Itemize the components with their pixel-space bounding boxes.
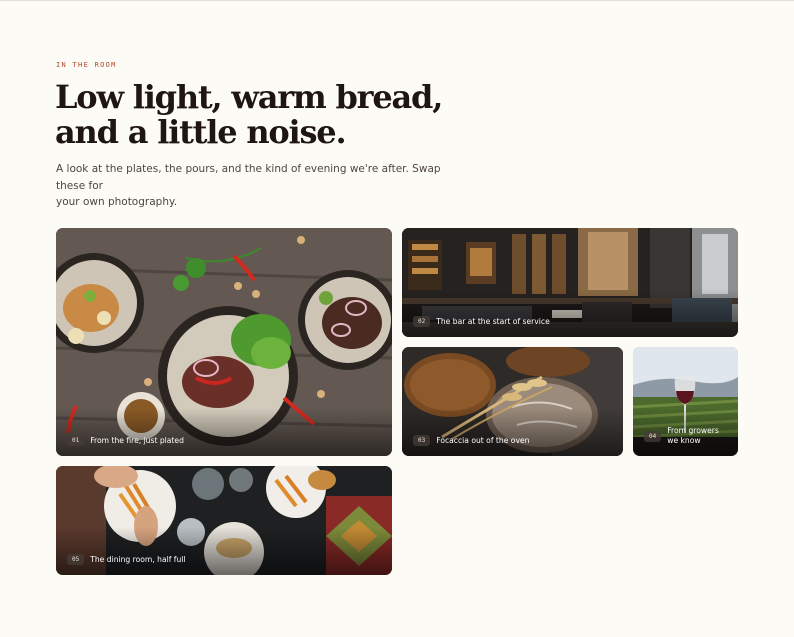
tile-number: 04 (644, 430, 662, 442)
caption-shade (402, 408, 623, 456)
gallery-tile-plated-dishes[interactable]: 01 From the fire, just plated (56, 228, 392, 456)
gallery-tile-vineyard[interactable]: 04 From growers we know (633, 347, 738, 456)
section-title: Low light, warm bread, and a little nois… (55, 80, 475, 150)
tile-caption: 05 The dining room, half full (67, 554, 384, 565)
tile-caption-text: From the fire, just plated (90, 435, 184, 445)
title-line: Low light, warm bread, (55, 78, 443, 116)
tile-caption-text: The bar at the start of service (436, 316, 550, 326)
tile-caption-text: The dining room, half full (90, 554, 186, 564)
gallery-tile-bar[interactable]: 02 The bar at the start of service (402, 228, 738, 337)
gallery-tile-bread[interactable]: 03 Focaccia out of the oven (402, 347, 623, 456)
tile-caption-text: From growers we know (667, 426, 719, 445)
top-divider (0, 0, 794, 1)
tile-caption: 03 Focaccia out of the oven (413, 435, 615, 446)
gallery-tile-dining-room[interactable]: 05 The dining room, half full (56, 466, 392, 575)
title-line: and a little noise. (55, 113, 347, 151)
tile-number: 02 (413, 316, 431, 327)
gallery-section: IN THE ROOM Low light, warm bread, and a… (0, 0, 794, 637)
lede-line: your own photography. (56, 196, 178, 208)
caption-shade (402, 289, 738, 337)
caption-shade (56, 408, 392, 456)
tile-caption-text: Focaccia out of the oven (436, 435, 530, 445)
caption-shade (56, 527, 392, 575)
tile-number: 05 (67, 554, 85, 565)
tile-caption: 01 From the fire, just plated (67, 435, 384, 446)
section-eyebrow: IN THE ROOM (56, 61, 117, 69)
tile-caption: 04 From growers we know (644, 426, 730, 446)
tile-number: 03 (413, 435, 431, 446)
tile-number: 01 (67, 435, 85, 446)
tile-caption: 02 The bar at the start of service (413, 316, 730, 327)
section-lede: A look at the plates, the pours, and the… (56, 161, 446, 211)
lede-line: A look at the plates, the pours, and the… (56, 163, 441, 192)
